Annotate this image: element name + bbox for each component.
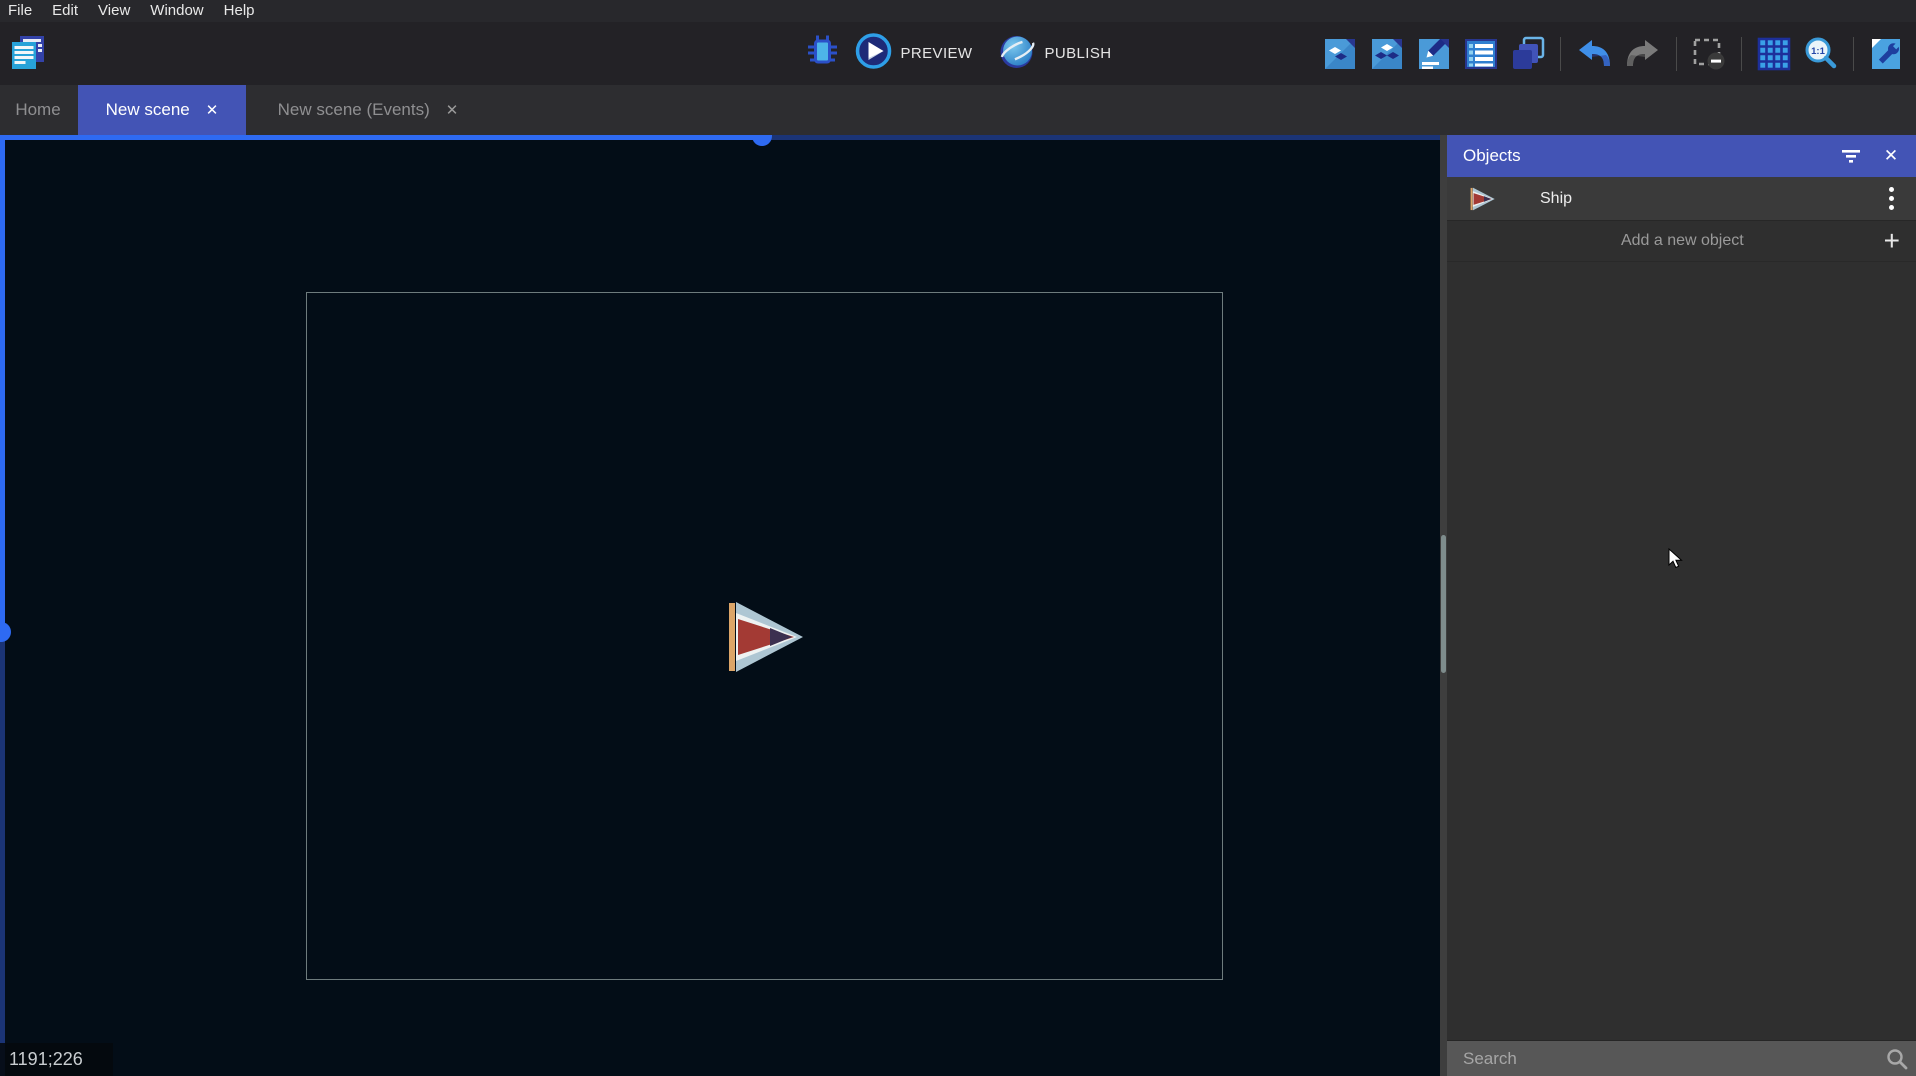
object-row-ship[interactable]: Ship <box>1447 177 1916 221</box>
debug-button[interactable] <box>805 33 841 74</box>
page-pencil-icon[interactable] <box>1416 36 1452 72</box>
zoom-level-label: 1:1 <box>1811 46 1825 57</box>
preview-button[interactable]: PREVIEW <box>855 32 973 75</box>
object-menu-icon[interactable] <box>1889 187 1894 210</box>
main-toolbar: PREVIEW PUBLISH <box>0 22 1916 85</box>
objects-panel-empty-area <box>1447 262 1916 1040</box>
scene-editor-canvas[interactable]: 1191;226 <box>0 135 1440 1076</box>
menu-file[interactable]: File <box>0 0 42 22</box>
objects-panel-title: Objects <box>1463 146 1834 166</box>
project-manager-icon <box>8 33 48 78</box>
toolbar-center-group: PREVIEW PUBLISH <box>805 22 1112 85</box>
debug-bug-icon <box>805 33 841 74</box>
deselect-icon[interactable] <box>1691 36 1727 72</box>
menu-window[interactable]: Window <box>140 0 213 22</box>
page-cubes-icon[interactable] <box>1369 36 1405 72</box>
toolbar-separator <box>1676 37 1677 71</box>
menu-help[interactable]: Help <box>214 0 265 22</box>
vertical-scrollbar[interactable] <box>0 135 5 632</box>
ship-sprite-instance[interactable] <box>724 594 804 680</box>
toolbar-separator <box>1853 37 1854 71</box>
zoom-1-1-icon[interactable]: 1:1 <box>1803 36 1839 72</box>
search-input[interactable] <box>1447 1041 1878 1076</box>
horizontal-scrollbar[interactable] <box>770 135 1440 140</box>
layers-icon[interactable] <box>1510 36 1546 72</box>
mouse-cursor <box>1668 548 1684 570</box>
close-panel-icon[interactable]: ✕ <box>1874 139 1908 173</box>
gdevelop-window: File Edit View Window Help <box>0 0 1916 1076</box>
objects-panel: Objects ✕ Ship Add a new object + <box>1447 135 1916 1076</box>
tab-label: New scene <box>106 100 190 120</box>
toolbar-right-group: 1:1 <box>1322 22 1904 85</box>
menu-edit[interactable]: Edit <box>42 0 88 22</box>
ship-thumbnail-icon <box>1468 185 1496 213</box>
tab-new-scene[interactable]: New scene ✕ <box>78 85 246 135</box>
plus-icon: + <box>1884 227 1900 255</box>
add-object-label: Add a new object <box>1447 232 1884 250</box>
page-cube-icon[interactable] <box>1322 36 1358 72</box>
vertical-scrollbar-thumb[interactable] <box>0 622 11 642</box>
object-name-label: Ship <box>1540 190 1889 208</box>
search-icon[interactable] <box>1878 1048 1916 1070</box>
tab-label: New scene (Events) <box>278 100 430 120</box>
menu-bar: File Edit View Window Help <box>0 0 1916 22</box>
setup-wrench-icon[interactable] <box>1868 36 1904 72</box>
toolbar-separator <box>1560 37 1561 71</box>
editor-tab-bar: Home New scene ✕ New scene (Events) ✕ <box>0 85 1916 135</box>
undo-icon[interactable] <box>1575 36 1613 72</box>
toolbar-separator <box>1741 37 1742 71</box>
publish-globe-icon <box>998 32 1036 75</box>
horizontal-scrollbar[interactable] <box>0 135 770 140</box>
tab-new-scene-events[interactable]: New scene (Events) ✕ <box>252 85 484 135</box>
redo-icon[interactable] <box>1624 36 1662 72</box>
publish-label: PUBLISH <box>1044 45 1111 62</box>
horizontal-scrollbar-thumb[interactable] <box>752 135 772 146</box>
vertical-scrollbar[interactable] <box>0 632 5 1076</box>
tab-home[interactable]: Home <box>0 85 76 135</box>
add-object-button[interactable]: Add a new object + <box>1447 221 1916 262</box>
cursor-coordinates-status: 1191;226 <box>0 1043 113 1076</box>
preview-label: PREVIEW <box>901 45 973 62</box>
tab-label: Home <box>15 100 60 120</box>
tab-close-icon[interactable]: ✕ <box>206 103 219 118</box>
grid-icon[interactable] <box>1756 36 1792 72</box>
filter-icon[interactable] <box>1834 139 1868 173</box>
panel-splitter-handle[interactable] <box>1441 535 1446 673</box>
object-search-bar <box>1447 1040 1916 1076</box>
project-manager-button[interactable] <box>8 33 48 78</box>
objects-panel-header: Objects ✕ <box>1447 135 1916 177</box>
play-icon <box>855 32 893 75</box>
publish-button[interactable]: PUBLISH <box>998 32 1111 75</box>
instances-list-icon[interactable] <box>1463 36 1499 72</box>
menu-view[interactable]: View <box>88 0 140 22</box>
tab-close-icon[interactable]: ✕ <box>446 103 459 118</box>
